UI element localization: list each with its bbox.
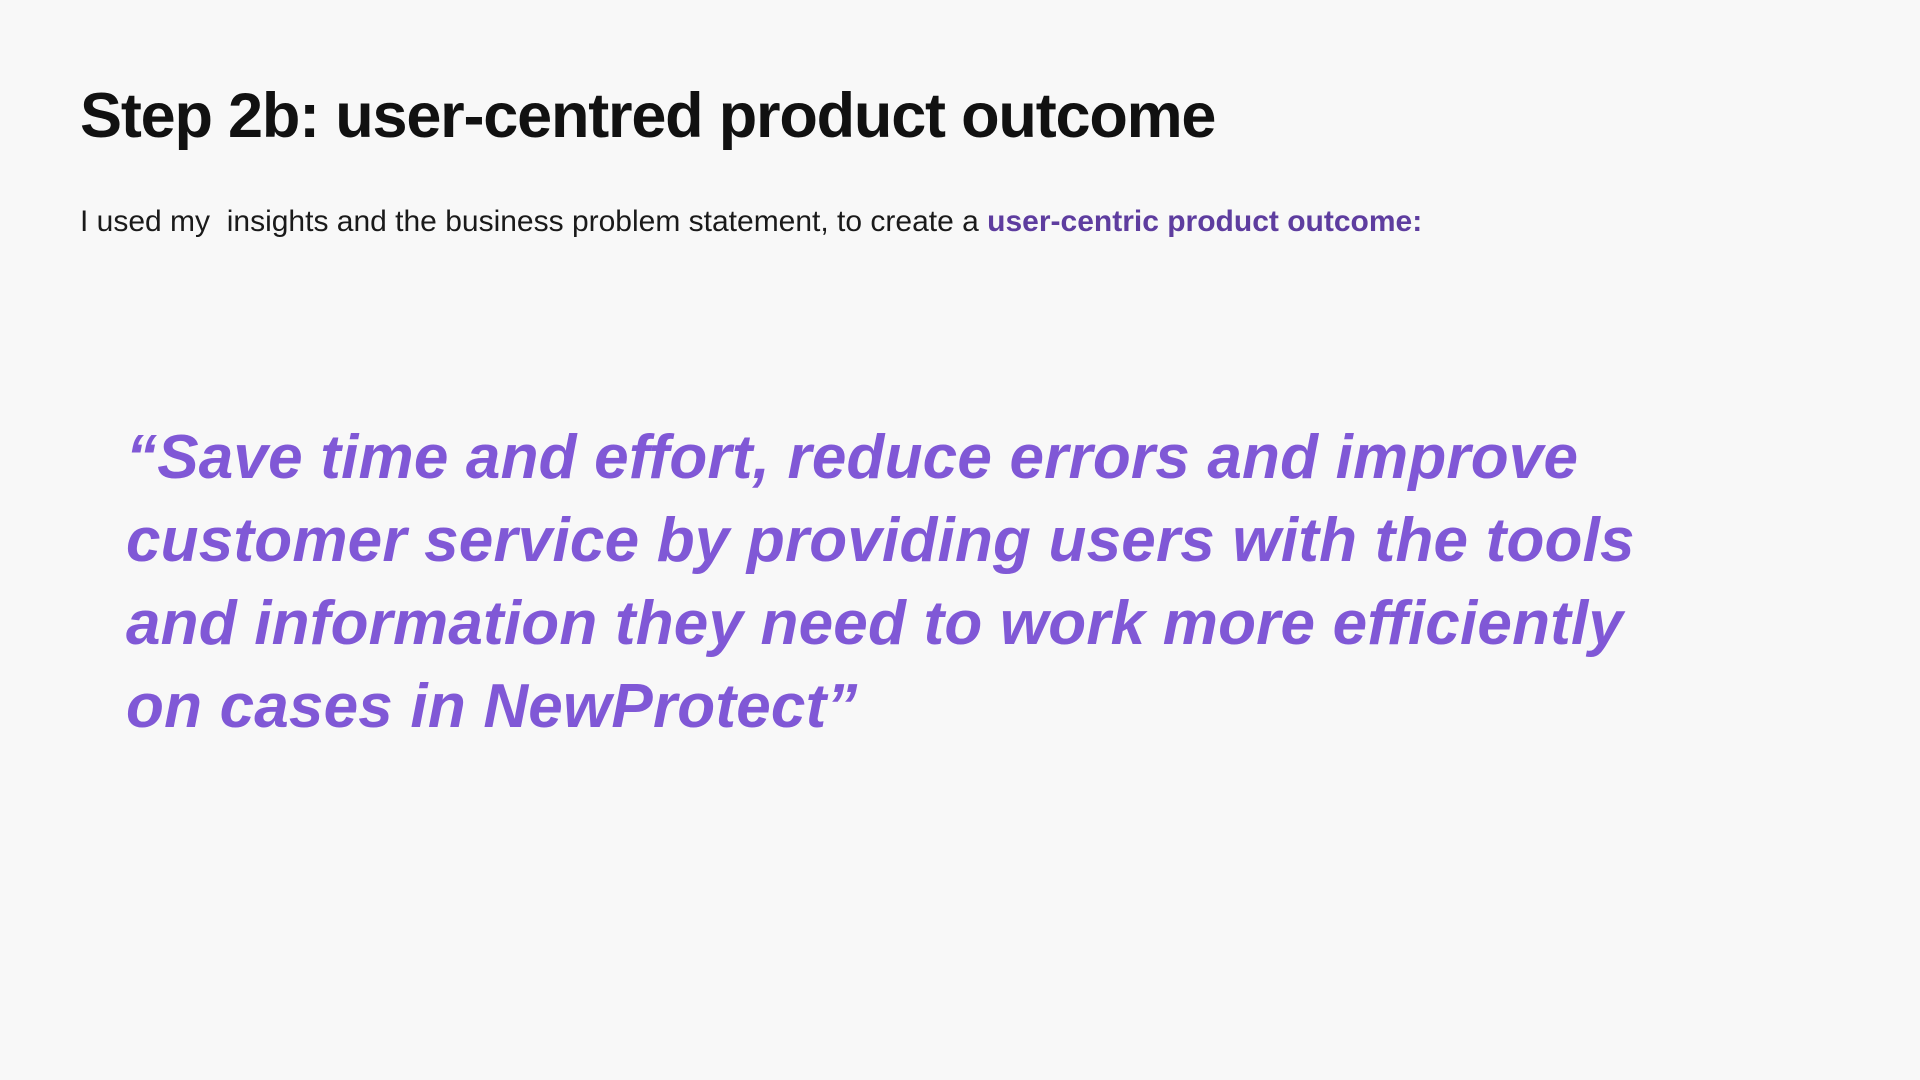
intro-text: I used my insights and the business prob…	[80, 205, 988, 238]
intro-paragraph: I used my insights and the business prob…	[80, 202, 1422, 242]
intro-highlight: user-centric product outcome:	[987, 205, 1423, 238]
slide-title: Step 2b: user-centred product outcome	[80, 81, 1216, 151]
quote-line: on cases in NewProtect”	[126, 672, 858, 741]
quote-line: customer service by providing users with…	[126, 506, 1635, 575]
quote-line: “Save time and effort, reduce errors and…	[126, 423, 1579, 492]
quote-line: and information they need to work more e…	[126, 589, 1624, 658]
slide: Step 2b: user-centred product outcome I …	[0, 0, 1920, 1080]
product-outcome-quote: “Save time and effort, reduce errors and…	[126, 416, 1766, 748]
